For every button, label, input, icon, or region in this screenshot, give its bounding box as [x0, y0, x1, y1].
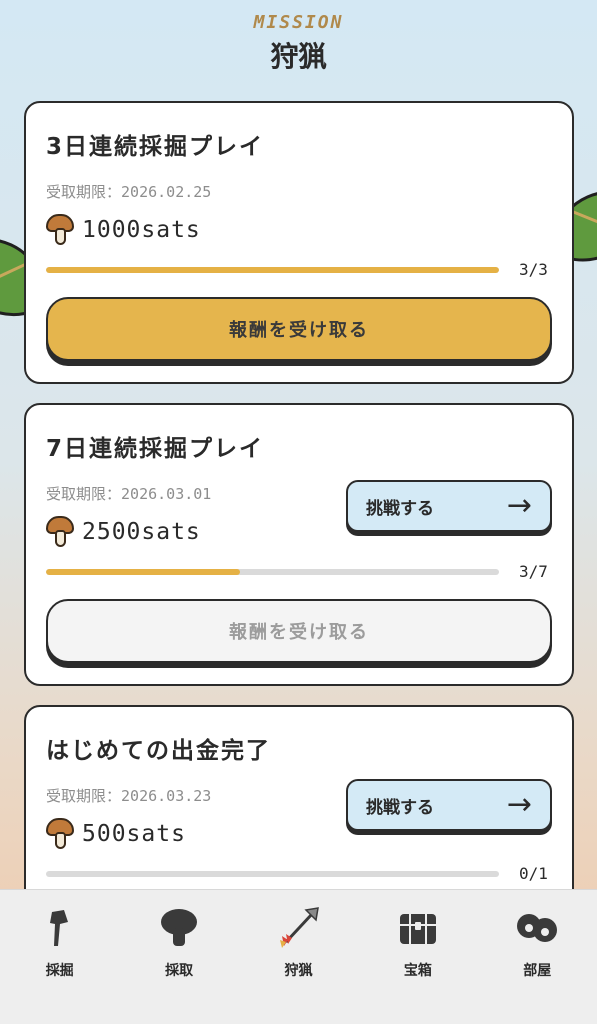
room-icon: [515, 906, 559, 950]
page-title: 狩猟: [270, 40, 327, 73]
progress-bar: [46, 568, 499, 575]
arrow-right-icon: →: [506, 488, 532, 523]
mission-title: 3日連続採掘プレイ: [46, 134, 265, 160]
progress-row: 0/1: [46, 864, 552, 883]
arrow-right-icon: →: [506, 787, 532, 822]
deadline-label: 受取期限：: [46, 183, 122, 201]
mission-card: 7日連続採掘プレイ 受取期限：2026.03.01 2500sats 3/7 報…: [24, 403, 574, 686]
mission-title: 7日連続採掘プレイ: [46, 436, 265, 462]
challenge-button[interactable]: 挑戦する →: [346, 480, 552, 532]
nav-label: 採掘: [45, 963, 74, 979]
deadline-date: 2026.03.23: [121, 787, 212, 805]
progress-fill: [46, 568, 241, 575]
progress-bar: [46, 870, 499, 877]
deadline-date: 2026.03.01: [121, 485, 212, 503]
deadline-date: 2026.02.25: [121, 183, 212, 201]
reward-amount: 500sats: [82, 821, 186, 847]
arrow-icon: [276, 906, 320, 950]
bottom-nav: 採掘 採取 狩猟 宝箱 部屋: [0, 889, 597, 1024]
nav-item-treasure[interactable]: 宝箱: [368, 906, 468, 1024]
nav-label: 採取: [165, 963, 194, 979]
deadline-label: 受取期限：: [46, 787, 122, 805]
treasure-chest-icon: [396, 906, 440, 950]
mushroom-coin-icon: [46, 214, 74, 246]
axe-icon: [38, 906, 82, 950]
progress-row: 3/3: [46, 260, 552, 279]
reward-row: 1000sats: [46, 214, 552, 246]
mushroom-coin-icon: [46, 516, 74, 548]
claim-reward-button[interactable]: 報酬を受け取る: [46, 599, 552, 663]
claim-reward-button[interactable]: 報酬を受け取る: [46, 297, 552, 361]
nav-item-mining[interactable]: 採掘: [10, 906, 110, 1024]
mission-deadline: 受取期限：2026.02.25: [46, 181, 552, 202]
progress-row: 3/7: [46, 562, 552, 581]
nav-label: 部屋: [523, 963, 552, 979]
nav-label: 宝箱: [403, 963, 432, 979]
deadline-label: 受取期限：: [46, 485, 122, 503]
mission-label: MISSION: [253, 12, 344, 33]
mushroom-icon: [157, 906, 201, 950]
progress-text: 0/1: [519, 864, 548, 883]
nav-item-room[interactable]: 部屋: [487, 906, 587, 1024]
challenge-button[interactable]: 挑戦する →: [346, 779, 552, 831]
nav-label: 狩猟: [284, 963, 313, 979]
progress-bar: [46, 266, 499, 273]
mushroom-coin-icon: [46, 818, 74, 850]
reward-amount: 2500sats: [82, 519, 201, 545]
challenge-label: 挑戦する: [366, 797, 434, 818]
challenge-label: 挑戦する: [366, 498, 434, 519]
mission-card: 3日連続採掘プレイ 受取期限：2026.02.25 1000sats 3/3 報…: [24, 101, 574, 384]
mission-title: はじめての出金完了: [46, 738, 271, 764]
progress-text: 3/3: [519, 260, 548, 279]
reward-amount: 1000sats: [82, 217, 201, 243]
page-header: MISSION 狩猟: [0, 12, 597, 75]
progress-fill: [46, 266, 499, 273]
nav-item-hunting[interactable]: 狩猟: [248, 906, 348, 1024]
nav-item-gathering[interactable]: 採取: [129, 906, 229, 1024]
progress-text: 3/7: [519, 562, 548, 581]
